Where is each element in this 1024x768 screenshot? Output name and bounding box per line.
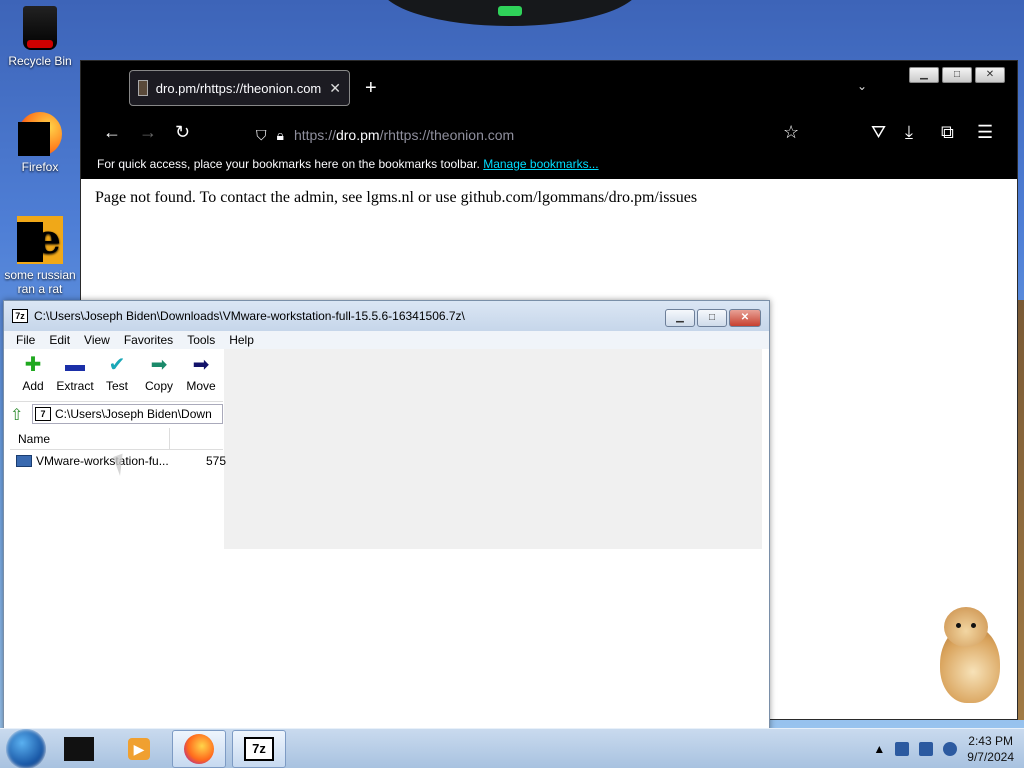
copy-button[interactable]: ➡ Copy	[138, 351, 180, 393]
add-button[interactable]: ✚ Add	[12, 351, 54, 393]
test-button[interactable]: ✔ Test	[96, 351, 138, 393]
minimize-button[interactable]: ▁	[909, 67, 939, 83]
close-button[interactable]: ✕	[729, 309, 761, 327]
tab-active[interactable]: dro.pm/rhttps://theonion.com ✕	[129, 70, 350, 106]
black-box-icon	[64, 736, 94, 761]
reload-icon[interactable]: ↻	[175, 122, 190, 143]
7zip-icon: 7z	[244, 736, 274, 761]
unrendered-area	[224, 349, 762, 549]
7zip-icon: 7	[35, 406, 51, 421]
extensions-icon[interactable]: ⧉	[941, 122, 954, 143]
desktop-icon-label: some russian ran a rat	[4, 268, 76, 296]
taskbar-item-7zip[interactable]: 7z	[232, 729, 286, 768]
manage-bookmarks-link[interactable]: Manage bookmarks...	[483, 157, 598, 171]
menu-file[interactable]: File	[16, 333, 35, 347]
document-icon: e	[17, 216, 63, 264]
close-tab-icon[interactable]: ✕	[329, 80, 341, 97]
menu-tools[interactable]: Tools	[187, 333, 215, 347]
7zip-window: 7z C:\Users\Joseph Biden\Downloads\VMwar…	[3, 300, 770, 732]
minimize-button[interactable]: ▁	[665, 309, 695, 327]
downloads-icon[interactable]: ⤓	[905, 122, 913, 143]
plus-icon: ✚	[24, 354, 42, 376]
tab-title: dro.pm/rhttps://theonion.com	[155, 80, 322, 96]
navigation-toolbar: ← → ↻ ⛉ 🔒︎ https://dro.pm/rhttps://theon…	[81, 117, 1017, 151]
window-controls: ▁ □ ✕	[665, 309, 761, 327]
menu-help[interactable]: Help	[229, 333, 254, 347]
column-header: Name	[10, 428, 223, 450]
7zip-titlebar[interactable]: 7z C:\Users\Joseph Biden\Downloads\VMwar…	[4, 301, 769, 331]
display-icon[interactable]	[919, 742, 934, 756]
address-bar: ⇧ 7 C:\Users\Joseph Biden\Down	[10, 401, 223, 425]
network-icon[interactable]	[895, 742, 910, 756]
recycle-bin-icon	[23, 6, 57, 50]
menu-icon[interactable]: ☰	[977, 122, 993, 143]
firefox-icon	[184, 733, 214, 764]
back-icon[interactable]: ←	[103, 122, 121, 143]
maximize-button[interactable]: □	[697, 309, 727, 327]
desktop-icon-firefox[interactable]: Firefox	[2, 112, 78, 174]
maximize-button[interactable]: □	[942, 67, 972, 83]
pocket-icon[interactable]: ⛛	[871, 122, 886, 143]
browser-chrome: ▁ □ ✕ dro.pm/rhttps://theonion.com ✕ + ⌄…	[81, 61, 1017, 179]
forward-icon[interactable]: →	[139, 122, 157, 143]
system-tray: ▲ 2:43 PM 9/7/2024	[873, 733, 1014, 765]
window-controls: ▁ □ ✕	[909, 67, 1005, 83]
top-notch-decoration	[380, 0, 640, 26]
menu-edit[interactable]: Edit	[49, 333, 70, 347]
url-bar[interactable]: ⛉ 🔒︎ https://dro.pm/rhttps://theonion.co…	[256, 123, 776, 147]
file-name: VMware-workstation-fu...	[36, 454, 169, 468]
menu-favorites[interactable]: Favorites	[124, 333, 173, 347]
favicon-icon	[138, 80, 148, 96]
hamster-mascot	[930, 605, 1005, 705]
close-button[interactable]: ✕	[975, 67, 1005, 83]
taskbar-item-firefox[interactable]	[172, 729, 226, 768]
move-arrow-icon: ➡	[192, 354, 210, 376]
taskbar: ▶ 7z ▲ 2:43 PM 9/7/2024	[0, 728, 1024, 768]
7zip-icon: 7z	[12, 309, 28, 323]
desktop-icon-label: Recycle Bin	[8, 54, 72, 68]
taskbar-item-box[interactable]	[52, 730, 106, 768]
url-text[interactable]: https://dro.pm/rhttps://theonion.com	[294, 127, 514, 143]
show-hidden-icons-icon[interactable]: ▲	[873, 742, 885, 756]
page-content: Page not found. To contact the admin, se…	[95, 189, 698, 206]
desktop-icon-label: Firefox	[21, 160, 59, 174]
taskbar-item-media[interactable]: ▶	[112, 730, 166, 768]
bookmark-star-icon[interactable]: ☆	[783, 122, 799, 143]
start-button[interactable]	[6, 728, 46, 768]
desktop-icon-recycle-bin[interactable]: Recycle Bin	[2, 6, 78, 68]
shield-icon[interactable]: ⛉	[256, 127, 267, 144]
clock[interactable]: 2:43 PM 9/7/2024	[967, 733, 1014, 765]
bookmarks-prompt: For quick access, place your bookmarks h…	[97, 157, 480, 171]
copy-arrow-icon: ➡	[150, 354, 168, 376]
desktop-icon-rat[interactable]: e some russian ran a rat	[2, 216, 78, 296]
extract-button[interactable]: ▬ Extract	[54, 351, 96, 393]
media-player-icon: ▶	[128, 737, 150, 760]
lock-icon[interactable]: 🔒︎	[277, 127, 284, 144]
path-field[interactable]: 7 C:\Users\Joseph Biden\Down	[32, 403, 223, 424]
column-name[interactable]: Name	[10, 428, 170, 449]
minus-icon: ▬	[65, 354, 85, 376]
date: 9/7/2024	[967, 750, 1014, 764]
volume-icon[interactable]	[943, 742, 958, 756]
check-icon: ✔	[108, 354, 126, 376]
7zip-toolbar: ✚ Add ▬ Extract ✔ Test ➡ Copy ➡ Move	[12, 351, 222, 393]
menu-bar: File Edit View Favorites Tools Help	[4, 331, 769, 349]
file-size: 575	[206, 454, 227, 468]
file-icon	[16, 455, 32, 467]
window-title: C:\Users\Joseph Biden\Downloads\VMware-w…	[34, 309, 465, 323]
menu-view[interactable]: View	[84, 333, 110, 347]
bookmarks-toolbar: For quick access, place your bookmarks h…	[97, 157, 599, 171]
list-tabs-chevron-icon[interactable]: ⌄	[857, 79, 867, 93]
new-tab-button[interactable]: +	[365, 77, 377, 100]
move-button[interactable]: ➡ Move	[180, 351, 222, 393]
time: 2:43 PM	[968, 734, 1013, 748]
folder-up-icon[interactable]: ⇧	[10, 405, 28, 424]
firefox-icon	[18, 112, 62, 156]
